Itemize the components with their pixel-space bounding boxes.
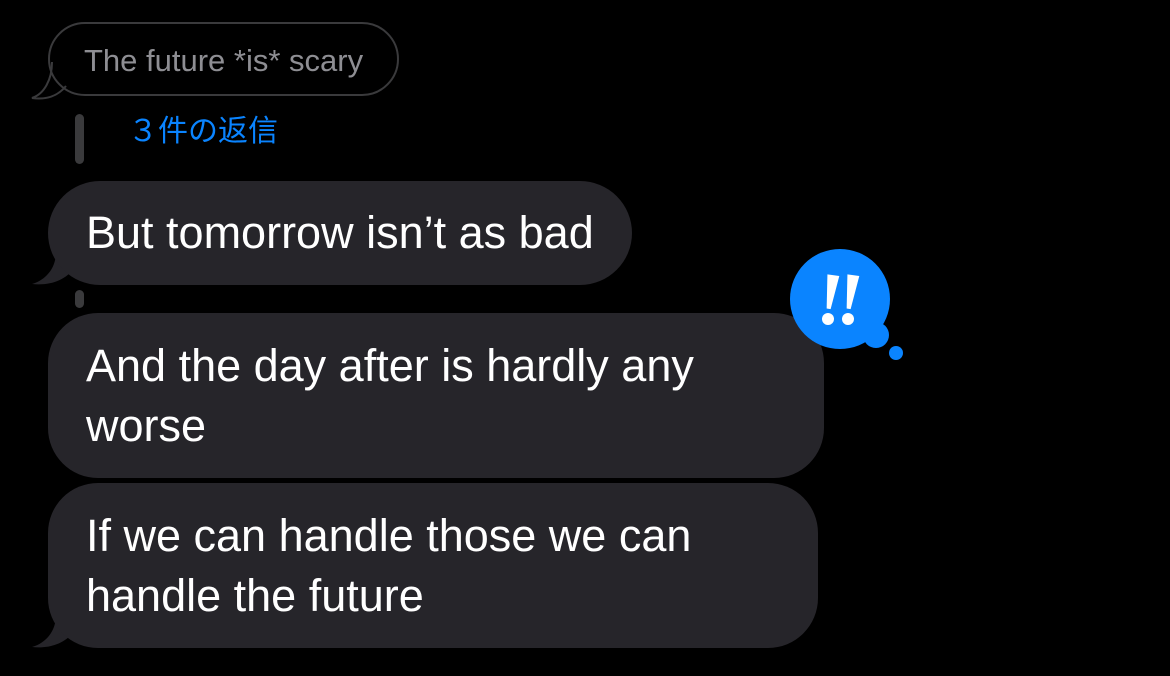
thread-line-top <box>75 114 84 164</box>
thread-line-middle <box>75 290 84 308</box>
message-bubble[interactable]: And the day after is hardly any worse <box>48 313 824 478</box>
message-text: But tomorrow isn’t as bad <box>86 207 594 258</box>
replies-count-link[interactable]: ３件の返信 <box>128 112 278 152</box>
double-exclamation-icon[interactable] <box>790 249 910 369</box>
message-bubble[interactable]: But tomorrow isn’t as bad <box>48 181 632 285</box>
message-text: And the day after is hardly any worse <box>86 339 694 451</box>
message-bubble[interactable]: If we can handle those we can handle the… <box>48 483 818 648</box>
message-text: If we can handle those we can handle the… <box>86 509 692 621</box>
quoted-message-text: The future *is* scary <box>84 43 364 78</box>
quoted-message-bubble[interactable]: The future *is* scary <box>48 22 400 96</box>
